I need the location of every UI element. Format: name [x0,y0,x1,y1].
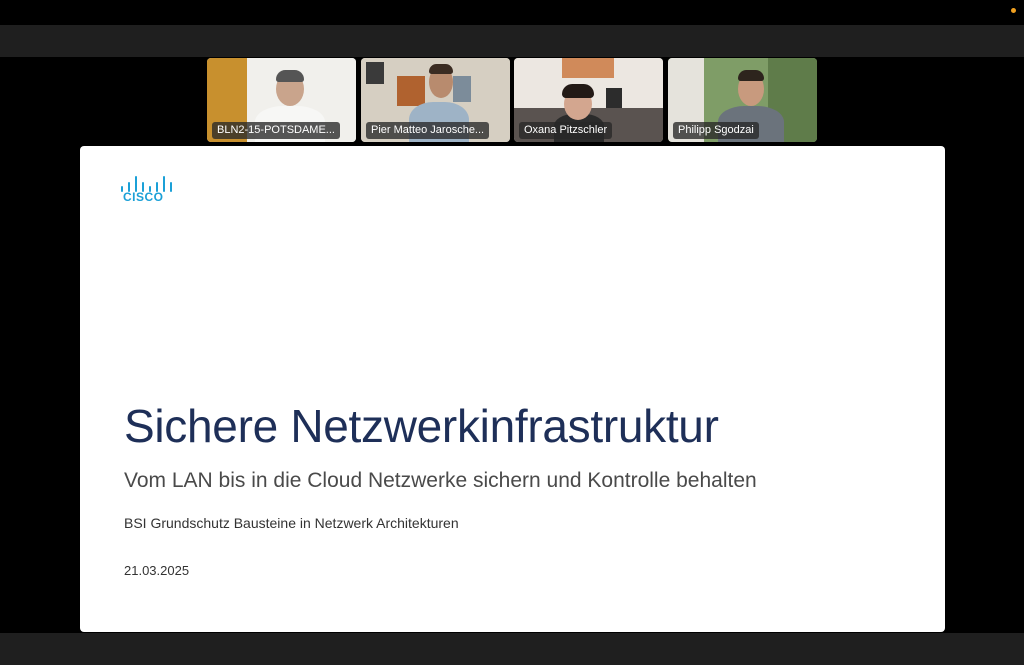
slide-date: 21.03.2025 [124,563,190,578]
meeting-bottom-bar [0,633,1024,665]
wall-picture [366,62,384,84]
cisco-logo-text: CISCO [123,190,164,204]
wall-picture [397,76,425,106]
meeting-top-bar [0,25,1024,57]
participant-tile[interactable]: Oxana Pitzschler [514,58,663,142]
participant-tile[interactable]: Pier Matteo Jarosche... [361,58,510,142]
participant-video-figure [738,70,764,81]
monitor [606,88,622,108]
participant-tile[interactable]: Philipp Sgodzai [668,58,817,142]
slide-subtitle: Vom LAN bis in die Cloud Netzwerke siche… [124,469,757,492]
slide-subline: BSI Grundschutz Bausteine in Netzwerk Ar… [124,515,459,531]
participant-video-figure [562,84,594,98]
participant-name-label: BLN2-15-POTSDAME... [212,122,340,139]
wall-picture [453,76,471,102]
slide-title: Sichere Netzwerkinfrastruktur [124,400,719,452]
participant-tile[interactable]: BLN2-15-POTSDAME... [207,58,356,142]
participant-video-figure [429,64,453,74]
participant-name-label: Philipp Sgodzai [673,122,759,139]
shared-presentation-slide[interactable]: CISCO Sichere Netzwerkinfrastruktur Vom … [80,146,945,632]
participant-name-label: Pier Matteo Jarosche... [366,122,490,139]
window [562,58,614,78]
participant-name-label: Oxana Pitzschler [519,122,613,139]
participant-video-figure [276,70,304,82]
status-indicator-dot [1011,8,1016,13]
